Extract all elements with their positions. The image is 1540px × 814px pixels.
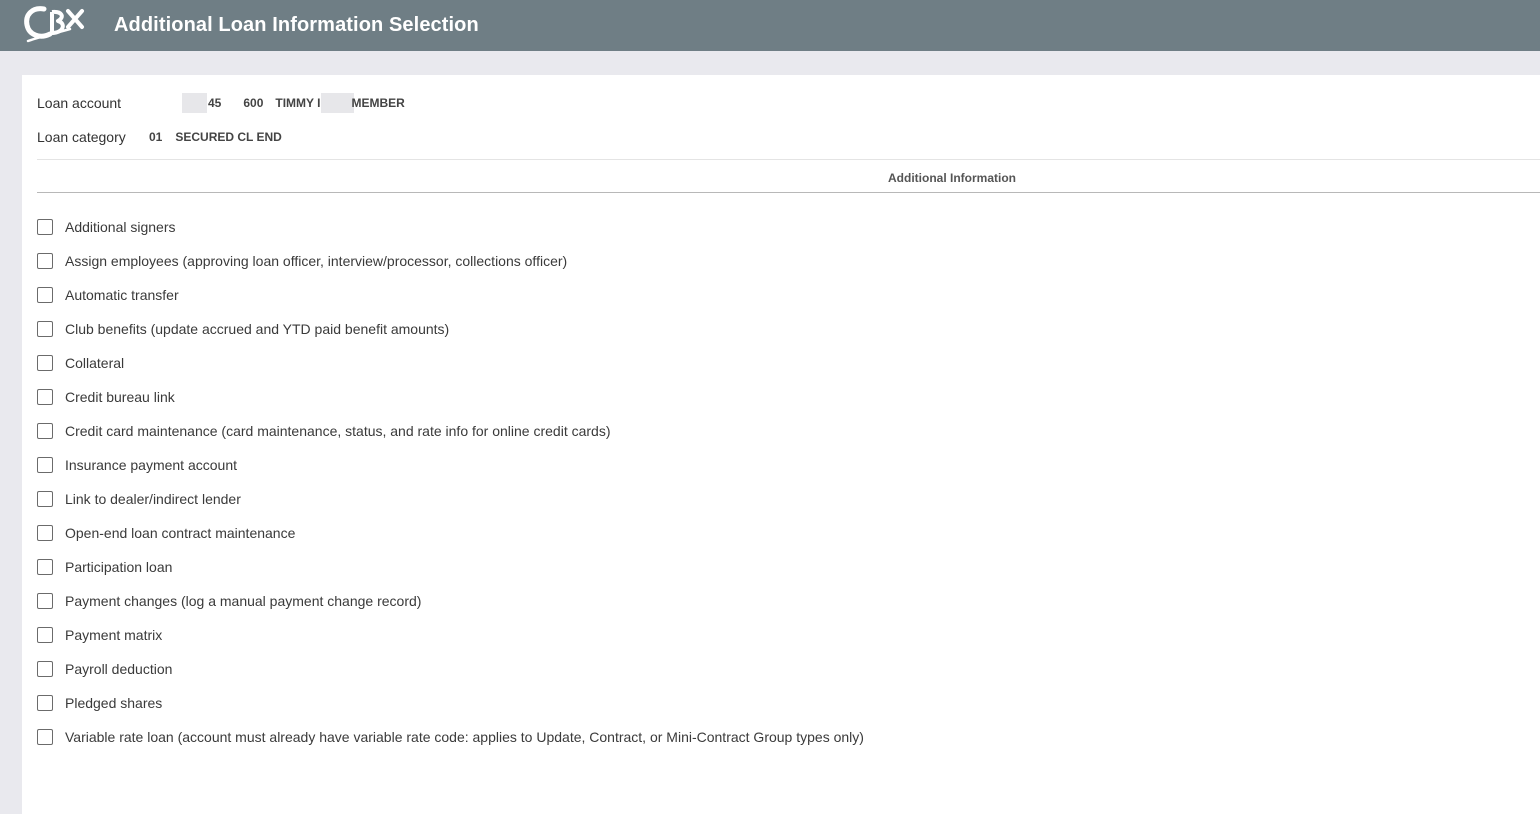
checkbox[interactable] [37,491,53,507]
option-collateral[interactable]: Collateral [37,346,864,380]
checkbox[interactable] [37,525,53,541]
option-link-to-dealer[interactable]: Link to dealer/indirect lender [37,482,864,516]
option-label: Payment changes (log a manual payment ch… [65,593,422,609]
member-first-name: TIMMY I [275,96,321,110]
option-payroll-deduction[interactable]: Payroll deduction [37,652,864,686]
option-label: Additional signers [65,219,176,235]
loan-category-row: Loan category 01 SECURED CL END [37,127,282,147]
option-participation-loan[interactable]: Participation loan [37,550,864,584]
option-label: Automatic transfer [65,287,179,303]
checkbox[interactable] [37,661,53,677]
option-label: Open-end loan contract maintenance [65,525,296,541]
option-club-benefits[interactable]: Club benefits (update accrued and YTD pa… [37,312,864,346]
option-label: Payment matrix [65,627,163,643]
checkbox[interactable] [37,457,53,473]
page-title: Additional Loan Information Selection [114,14,479,36]
checkbox[interactable] [37,559,53,575]
loan-category-code: 01 [149,130,163,144]
checkbox[interactable] [37,423,53,439]
redacted-account-prefix [182,93,207,113]
option-label: Payroll deduction [65,661,173,677]
loan-category-description: SECURED CL END [175,130,282,144]
section-header-additional-info: Additional Information [888,171,1016,185]
section-divider-top [37,159,1540,160]
option-automatic-transfer[interactable]: Automatic transfer [37,278,864,312]
option-label: Credit bureau link [65,389,175,405]
option-additional-signers[interactable]: Additional signers [37,210,864,244]
option-open-end-loan-contract[interactable]: Open-end loan contract maintenance [37,516,864,550]
main-panel: Loan account 45 600 TIMMY I MEMBER Loan … [22,75,1540,814]
checkbox[interactable] [37,287,53,303]
checkbox[interactable] [37,219,53,235]
checkbox[interactable] [37,321,53,337]
option-label: Pledged shares [65,695,163,711]
loan-account-label: Loan account [37,95,122,111]
member-last-name: MEMBER [351,96,405,110]
section-divider-bottom [37,192,1540,193]
option-insurance-payment-account[interactable]: Insurance payment account [37,448,864,482]
option-label: Variable rate loan (account must already… [65,729,864,745]
option-credit-card-maintenance[interactable]: Credit card maintenance (card maintenanc… [37,414,864,448]
checkbox[interactable] [37,627,53,643]
option-variable-rate-loan[interactable]: Variable rate loan (account must already… [37,720,864,754]
app-header: Additional Loan Information Selection [0,0,1540,51]
checkbox[interactable] [37,593,53,609]
redacted-member-middle [320,93,354,113]
option-label: Club benefits (update accrued and YTD pa… [65,321,450,337]
checkbox[interactable] [37,729,53,745]
option-label: Participation loan [65,559,173,575]
loan-account-row: Loan account 45 600 TIMMY I MEMBER [37,93,405,113]
option-assign-employees[interactable]: Assign employees (approving loan officer… [37,244,864,278]
option-pledged-shares[interactable]: Pledged shares [37,686,864,720]
checkbox[interactable] [37,389,53,405]
loan-account-suffix: 45 [208,96,222,110]
option-payment-matrix[interactable]: Payment matrix [37,618,864,652]
checkbox[interactable] [37,695,53,711]
checkbox[interactable] [37,253,53,269]
option-label: Insurance payment account [65,457,237,473]
option-label: Link to dealer/indirect lender [65,491,241,507]
loan-id: 600 [243,96,264,110]
checkbox[interactable] [37,355,53,371]
option-credit-bureau-link[interactable]: Credit bureau link [37,380,864,414]
option-payment-changes[interactable]: Payment changes (log a manual payment ch… [37,584,864,618]
option-label: Assign employees (approving loan officer… [65,253,568,269]
option-label: Collateral [65,355,125,371]
cu-logo-icon [24,6,84,43]
loan-category-label: Loan category [37,129,126,145]
option-label: Credit card maintenance (card maintenanc… [65,423,611,439]
options-list: Additional signers Assign employees (app… [37,210,864,754]
